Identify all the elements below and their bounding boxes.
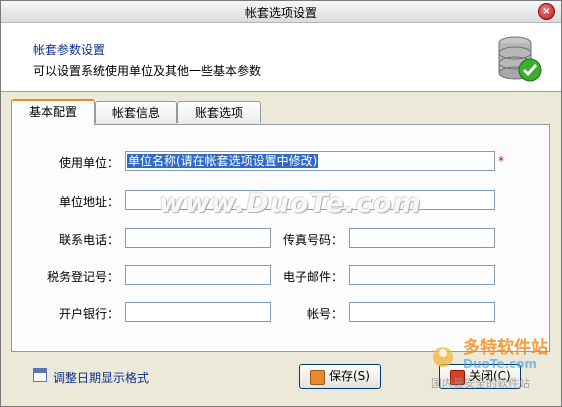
tax-no-field[interactable] [125,265,271,285]
email-label: 电子邮件： [282,270,343,284]
bank-field[interactable] [125,302,271,322]
tab-account-info[interactable]: 帐套信息 [95,101,177,123]
header-banner: 帐套参数设置 可以设置系统使用单位及其他一些基本参数 [1,23,561,92]
window-title: 帐套选项设置 [244,6,317,20]
bank-label: 开户银行： [58,307,119,321]
tab-account-options[interactable]: 账套选项 [177,101,261,123]
unit-name-field[interactable]: 单位名称(请在帐套选项设置中修改) [125,151,495,171]
tab-basic-config[interactable]: 基本配置 [11,99,95,125]
required-mark: * [498,154,504,168]
header-subtitle: 可以设置系统使用单位及其他一些基本参数 [33,64,262,78]
save-button-label: 保存(S) [329,369,370,383]
save-check-icon [310,370,325,385]
close-window-icon[interactable]: × [538,3,555,20]
title-bar[interactable]: 帐套选项设置 × [1,1,561,23]
calendar-icon[interactable] [33,368,47,382]
logo-line2: DuoTe.com [463,357,537,371]
date-format-link[interactable]: 调整日期显示格式 [53,369,149,386]
email-field[interactable] [349,265,495,285]
tab-label: 账套选项 [194,106,243,120]
watermark-text: www.DuoTe.com [159,188,422,219]
header-title: 帐套参数设置 [33,43,106,57]
unit-name-label: 使用单位： [58,156,119,170]
account-field[interactable] [349,302,495,322]
fax-field[interactable] [349,228,495,248]
dialog-window: 帐套选项设置 × 帐套参数设置 可以设置系统使用单位及其他一些基本参数 基本配置… [0,0,562,407]
unit-name-value: 单位名称(请在帐套选项设置中修改) [127,154,319,168]
tab-label: 帐套信息 [111,106,160,120]
site-logo: 多特软件站 DuoTe.com 国内最安全的软件站 [429,331,559,403]
database-check-icon [498,36,542,82]
phone-label: 联系电话： [58,233,119,247]
address-label: 单位地址： [58,195,119,209]
tab-label: 基本配置 [28,105,77,119]
logo-line3: 国内最安全的软件站 [431,377,530,390]
logo-line1: 多特软件站 [463,338,548,358]
tax-no-label: 税务登记号： [46,270,119,284]
account-label: 帐号： [306,307,343,321]
save-button[interactable]: 保存(S) [299,364,381,389]
phone-field[interactable] [125,228,271,248]
fax-label: 传真号码： [282,233,343,247]
